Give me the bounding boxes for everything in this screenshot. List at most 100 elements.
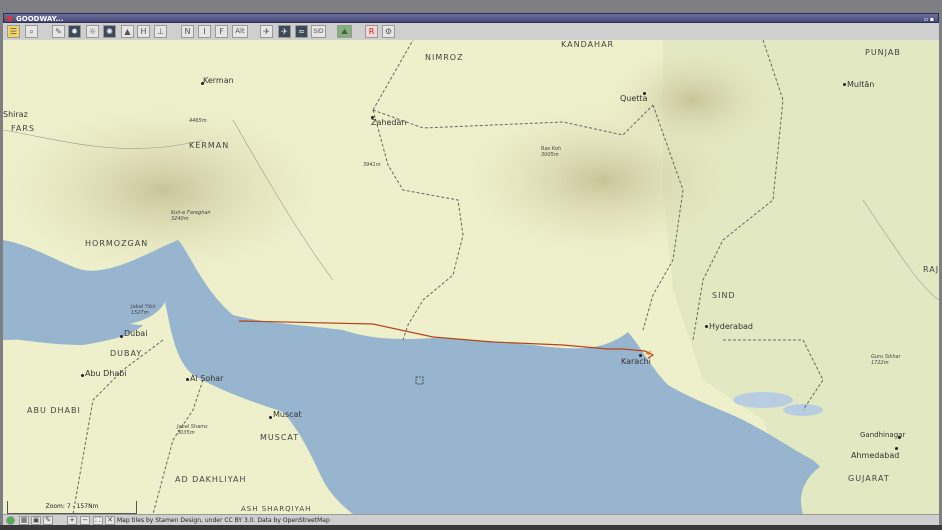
weather-icon: ☼ [88, 27, 97, 36]
city-label: Zahedan [371, 118, 407, 127]
departure-button[interactable]: ✈ [278, 25, 291, 38]
layers-icon: ☰ [9, 27, 18, 36]
desktop-background [0, 525, 942, 530]
city-dot [843, 83, 846, 86]
region-label: KANDAHAR [561, 40, 615, 49]
peak-label: Guru Sikhar 1722m [871, 354, 901, 366]
region-label: FARS [11, 124, 35, 133]
city-label: Abu Dhabi [85, 369, 127, 378]
app-icon [7, 16, 12, 21]
north-label: N [184, 27, 191, 36]
route-button[interactable]: ≈ [295, 25, 308, 38]
region-label: GUJARAT [848, 474, 890, 483]
north-button[interactable]: N [181, 25, 194, 38]
triangle-icon: ▲ [124, 27, 131, 36]
weather-button[interactable]: ☼ [86, 25, 99, 38]
settings-button[interactable]: ⚙ [382, 25, 395, 38]
heading-button[interactable]: H [137, 25, 150, 38]
fit-icon: ⛶ [95, 516, 101, 524]
status-online-icon[interactable] [6, 516, 15, 525]
city-label: Gandhinagar [860, 431, 906, 439]
peak-label: Kuh-e Fareghan 3240m [171, 210, 211, 222]
peak-elevation: 4465m [189, 118, 207, 124]
airplane-icon: ✈ [263, 27, 270, 36]
peak-elevation: 1722m [871, 360, 889, 366]
city-label: Hyderabad [709, 322, 753, 331]
status-grid-icon[interactable]: ▦ [19, 516, 29, 525]
city-dot [705, 325, 708, 328]
peak-label: 3941m [363, 162, 381, 168]
peak-elevation: 3240m [171, 216, 189, 222]
heading-label: H [140, 27, 147, 36]
map-svg [3, 40, 939, 514]
fuel-button[interactable]: F [215, 25, 228, 38]
search-button[interactable]: ⌕ [25, 25, 38, 38]
peak-label: Jabal Yibir 1527m [131, 304, 156, 316]
city-label: Muscat [273, 410, 302, 419]
status-pen-icon[interactable]: ✎ [43, 516, 53, 525]
track-button[interactable]: ⊥ [154, 25, 167, 38]
city-dot [895, 447, 898, 450]
region-label: RAJ [923, 265, 939, 274]
airport-button[interactable]: R [365, 25, 378, 38]
search-icon: ⌕ [29, 27, 34, 36]
city-label: Multān [847, 80, 875, 89]
satellite-button[interactable]: ✺ [103, 25, 116, 38]
zoom-in-button[interactable]: + [67, 516, 77, 525]
close-map-button[interactable]: ✕ [105, 516, 115, 525]
city-label: Dubai [124, 329, 148, 338]
airport-icon: R [368, 27, 375, 36]
region-label: NIMROZ [425, 53, 464, 62]
peak-label: Jabal Shams 3035m [177, 424, 208, 436]
info-label: I [203, 27, 206, 36]
triangle-button[interactable]: ▲ [121, 25, 134, 38]
satellite-icon: ✺ [106, 27, 113, 36]
altitude-button[interactable]: Alt [232, 25, 248, 38]
region-label: AD DAKHLIYAH [175, 475, 247, 484]
sun-button[interactable]: ✹ [68, 25, 81, 38]
region-label: ABU DHABI [27, 406, 81, 415]
region-label: DUBAY [110, 349, 143, 358]
peak-elevation: 1527m [131, 310, 149, 316]
layers-button[interactable]: ☰ [7, 25, 20, 38]
status-window-icon[interactable]: ▣ [31, 516, 41, 525]
city-dot [269, 416, 272, 419]
terrain-icon: ⛰ [341, 27, 348, 36]
window-titlebar: GOODWAY... ▫ ▪ [3, 13, 939, 23]
fuel-label: F [219, 27, 224, 36]
city-dot [120, 335, 123, 338]
sid-label: SID [313, 28, 324, 35]
pencil-icon: ✎ [55, 27, 62, 36]
peak-label: Ras Koh 3005m [541, 146, 561, 158]
region-label: PUNJAB [865, 48, 901, 57]
city-label: Shiraz [3, 110, 28, 119]
gear-icon: ⚙ [384, 27, 393, 36]
city-dot [186, 378, 189, 381]
fit-button[interactable]: ⛶ [93, 516, 103, 525]
info-button[interactable]: I [198, 25, 211, 38]
zoom-scale: Zoom: 7 - 157Nm [7, 501, 137, 514]
aircraft-button[interactable]: ✈ [260, 25, 273, 38]
city-label: Al Sohar [190, 374, 224, 383]
region-label: SIND [712, 291, 736, 300]
peak-label: 4465m [189, 118, 207, 124]
terrain-button[interactable]: ⛰ [337, 25, 352, 38]
city-label: Quetta [620, 94, 648, 103]
peak-elevation: 3005m [541, 152, 559, 158]
altitude-label: Alt [235, 27, 245, 35]
city-label: Ahmedabad [851, 451, 900, 460]
city-dot [81, 374, 84, 377]
rann-of-kutch [733, 392, 793, 408]
city-label: Karachi [621, 357, 651, 366]
region-label: ASH SHARQIYAH [241, 505, 312, 513]
zoom-out-button[interactable]: − [80, 516, 90, 525]
pencil-button[interactable]: ✎ [52, 25, 65, 38]
toolbar: ☰ ⌕ ✎ ✹ ☼ ✺ ▲ H ⊥ N I F Alt ✈ ✈ ≈ SID ⛰ … [3, 23, 939, 41]
track-icon: ⊥ [157, 27, 164, 36]
peak-elevation: 3941m [363, 162, 381, 168]
sid-button[interactable]: SID [311, 25, 326, 38]
departure-icon: ✈ [281, 27, 288, 36]
peak-elevation: 3035m [177, 430, 195, 436]
map-canvas[interactable]: KANDAHAR NIMROZ PUNJAB FARS KERMAN HORMO… [3, 40, 939, 514]
map-attribution: Map tiles by Stamen Design, under CC BY … [117, 517, 330, 524]
